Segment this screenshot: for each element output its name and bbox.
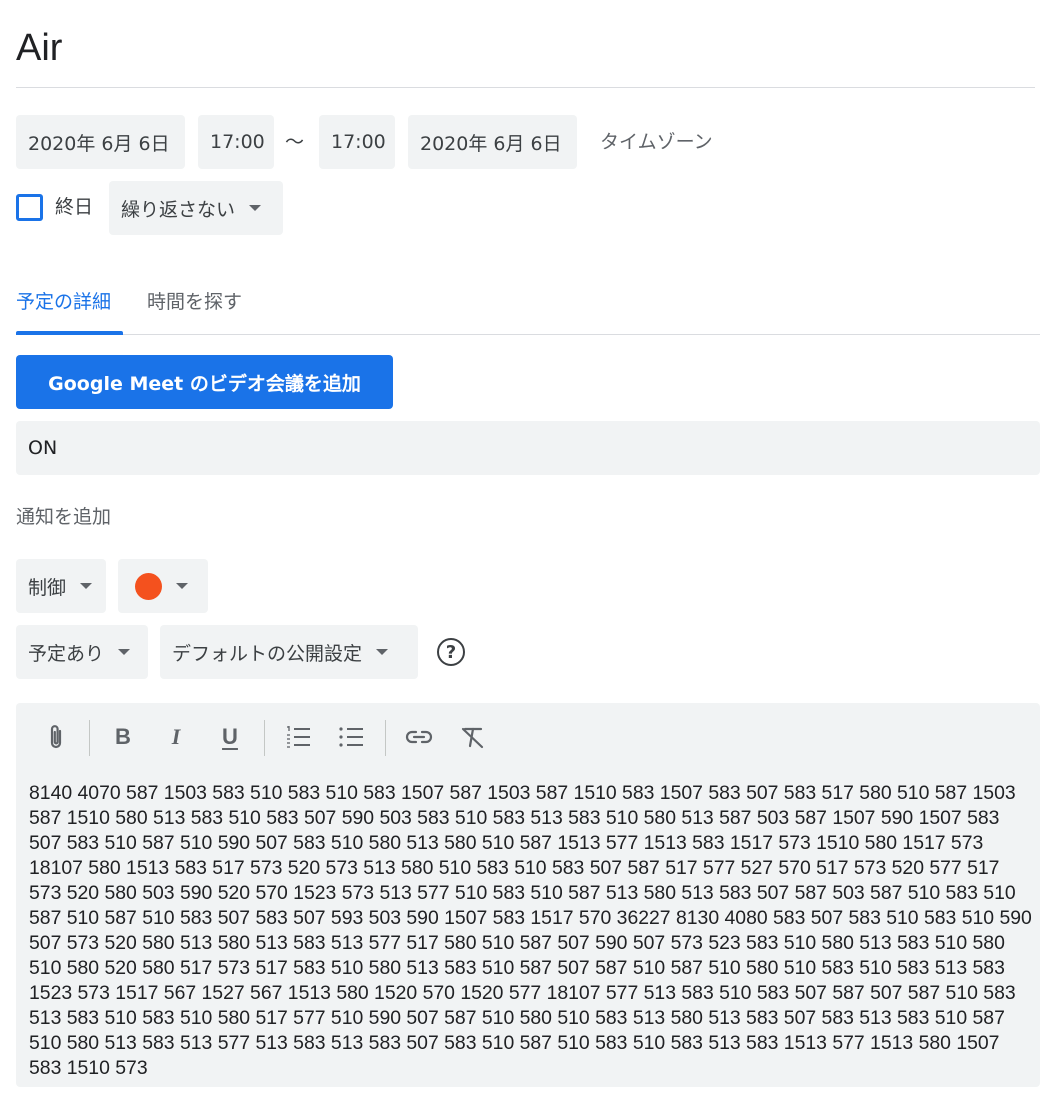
numbered-list-icon[interactable] (283, 719, 313, 755)
calendar-name: 制御 (28, 576, 67, 599)
tab-event-details[interactable]: 予定の詳細 (16, 280, 111, 324)
active-tab-indicator (16, 331, 123, 335)
italic-button[interactable]: I (161, 719, 191, 755)
end-date-button[interactable]: 2020年 6月 6日 (408, 115, 577, 169)
visibility-dropdown[interactable]: デフォルトの公開設定 (160, 625, 418, 679)
bold-icon: B (115, 724, 131, 749)
bulleted-list-icon[interactable] (336, 719, 366, 755)
chevron-down-icon (376, 649, 389, 655)
all-day-checkbox[interactable] (16, 194, 43, 221)
visibility-value: デフォルトの公開設定 (172, 642, 363, 665)
add-google-meet-button[interactable]: Google Meet のビデオ会議を追加 (16, 355, 393, 409)
start-time-button[interactable]: 17:00 (198, 115, 274, 169)
availability-value: 予定あり (28, 642, 105, 665)
start-date-label: 2020年 6月 6日 (28, 132, 170, 155)
italic-icon: I (171, 724, 181, 749)
event-color-dropdown[interactable] (118, 559, 208, 613)
start-time-label: 17:00 (210, 131, 265, 153)
event-color-swatch (135, 572, 162, 600)
chevron-down-icon (176, 583, 188, 589)
chevron-down-icon (118, 649, 131, 655)
availability-dropdown[interactable]: 予定あり (16, 625, 148, 679)
description-text[interactable]: 8140 4070 587 1503 583 510 583 510 583 1… (29, 781, 1033, 1081)
add-google-meet-label: Google Meet のビデオ会議を追加 (48, 372, 361, 395)
tab-divider (16, 334, 1040, 335)
chevron-down-icon (80, 583, 93, 589)
underline-icon: U (222, 724, 238, 749)
help-icon[interactable]: ? (437, 638, 465, 666)
repeat-value: 繰り返さない (121, 198, 236, 221)
link-icon[interactable] (403, 719, 435, 755)
time-range-separator: 〜 (285, 131, 305, 153)
toolbar-separator (89, 720, 90, 756)
toolbar-separator (385, 720, 386, 756)
tab-find-a-time[interactable]: 時間を探す (147, 280, 242, 324)
chevron-down-icon (249, 205, 262, 211)
help-icon-glyph: ? (445, 641, 457, 663)
end-time-button[interactable]: 17:00 (319, 115, 395, 169)
toolbar-separator (264, 720, 265, 756)
event-title[interactable]: Air (16, 20, 1035, 76)
paperclip-icon[interactable] (40, 719, 72, 755)
repeat-dropdown[interactable]: 繰り返さない (109, 181, 283, 235)
add-notification-link[interactable]: 通知を追加 (16, 490, 111, 544)
start-date-button[interactable]: 2020年 6月 6日 (16, 115, 185, 169)
timezone-button[interactable]: タイムゾーン (600, 115, 713, 169)
underline-button[interactable]: U (215, 719, 245, 755)
all-day-label: 終日 (55, 196, 94, 218)
title-field[interactable]: Air (16, 20, 1035, 88)
end-time-label: 17:00 (331, 131, 386, 153)
clear-formatting-icon[interactable] (457, 719, 489, 755)
location-input[interactable]: ON (16, 421, 1040, 475)
calendar-dropdown[interactable]: 制御 (16, 559, 106, 613)
bold-button[interactable]: B (108, 719, 138, 755)
end-date-label: 2020年 6月 6日 (420, 132, 562, 155)
